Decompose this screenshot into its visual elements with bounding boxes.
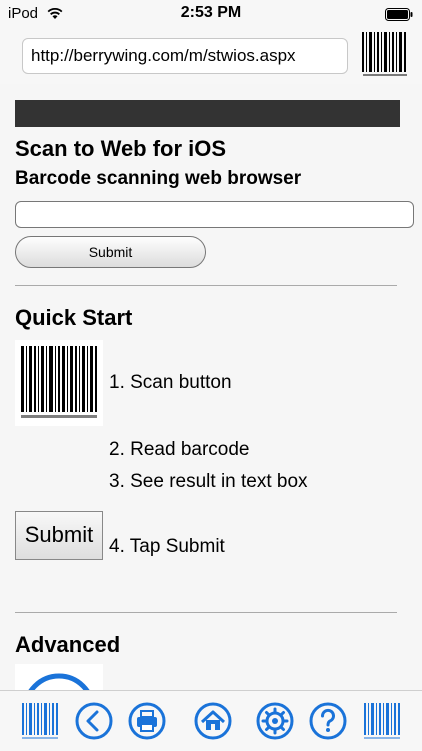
quick-start-step-4: 4. Tap Submit [109, 536, 225, 557]
scan-barcode-icon [15, 340, 103, 426]
status-time: 2:53 PM [180, 4, 242, 21]
submit-button[interactable]: Submit [15, 236, 206, 268]
bottom-toolbar [0, 690, 422, 751]
browser-bar: http://berrywing.com/m/stwios.aspx [0, 30, 422, 84]
home-icon[interactable] [193, 701, 233, 741]
url-input[interactable]: http://berrywing.com/m/stwios.aspx [22, 38, 348, 74]
submit-example-button: Submit [15, 511, 103, 560]
quick-start-heading: Quick Start [15, 305, 133, 330]
quick-start-step-1: 1. Scan button [109, 372, 232, 393]
web-content: Scan to Web for iOS Barcode scanning web… [0, 84, 422, 690]
status-bar: iPod 2:53 PM [0, 0, 422, 30]
help-icon[interactable] [308, 701, 348, 741]
print-icon[interactable] [127, 701, 167, 741]
advanced-icon [15, 664, 103, 690]
page-subtitle: Barcode scanning web browser [15, 168, 302, 189]
quick-start-step-3: 3. See result in text box [109, 471, 308, 492]
divider [15, 612, 397, 613]
battery-icon [385, 8, 413, 21]
page-title: Scan to Web for iOS [15, 136, 227, 161]
back-icon[interactable] [74, 701, 114, 741]
barcode-scan-icon[interactable] [20, 701, 60, 741]
quick-start-step-2: 2. Read barcode [109, 439, 250, 460]
advanced-heading: Advanced [15, 632, 121, 657]
divider [15, 285, 397, 286]
barcode-scan-icon[interactable] [362, 701, 402, 741]
barcode-text-input[interactable] [15, 201, 414, 228]
header-band [15, 100, 400, 127]
barcode-scan-icon[interactable] [360, 24, 410, 82]
settings-icon[interactable] [255, 701, 295, 741]
